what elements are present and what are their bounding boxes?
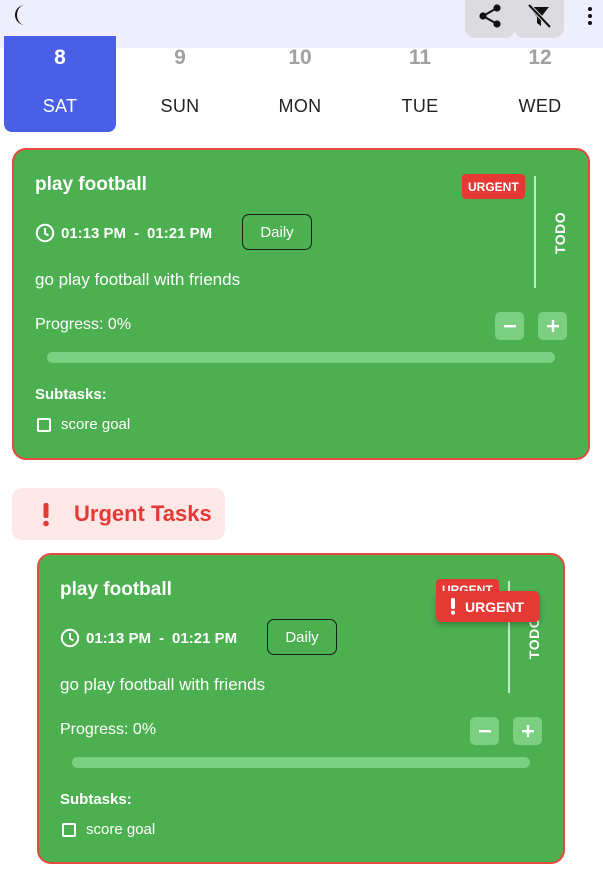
subtasks-title: Subtasks: (35, 386, 107, 403)
progress-label: Progress: 0% (60, 721, 157, 738)
task-description: go play football with friends (35, 270, 241, 289)
decrease-progress-button[interactable] (495, 312, 524, 340)
clock-icon (60, 628, 80, 648)
plus-icon (546, 320, 559, 332)
date-number: 9 (174, 46, 186, 69)
date-weekday: SAT (42, 96, 78, 116)
plus-icon (521, 725, 534, 737)
exclamation-icon (451, 598, 455, 615)
filter-button[interactable] (514, 0, 564, 38)
progress-bar (47, 352, 555, 363)
date-item[interactable]: 9 SUN (124, 36, 236, 132)
end-time: 01:21 PM (147, 224, 213, 242)
clock-icon (35, 223, 55, 243)
date-number: 8 (54, 46, 66, 69)
urgent-section-header: Urgent Tasks (12, 488, 225, 540)
date-weekday: MON (278, 96, 322, 116)
share-button[interactable] (465, 0, 515, 38)
subtask-checkbox[interactable] (37, 417, 51, 432)
share-icon (479, 4, 501, 28)
decrease-progress-button[interactable] (470, 717, 499, 745)
task-description: go play football with friends (60, 675, 266, 694)
date-weekday: WED (518, 96, 562, 116)
end-time: 01:21 PM (172, 629, 238, 647)
date-strip: 8 SAT 9 SUN 10 MON 11 TUE 12 WED (0, 36, 603, 132)
start-time: 01:13 PM (61, 224, 127, 242)
progress-label: Progress: 0% (35, 316, 132, 333)
subtask-label: score goal (61, 416, 131, 433)
date-number: 12 (528, 46, 552, 69)
minus-icon (478, 730, 491, 733)
subtask-item[interactable]: score goal (62, 821, 155, 838)
frequency-chip[interactable]: Daily (267, 619, 337, 655)
vertical-divider (534, 176, 536, 288)
date-item[interactable]: 10 MON (244, 36, 356, 132)
filter-off-icon (527, 3, 552, 29)
minus-icon (503, 325, 516, 328)
date-item[interactable]: 11 TUE (364, 36, 476, 132)
increase-progress-button[interactable] (538, 312, 567, 340)
increase-progress-button[interactable] (513, 717, 542, 745)
task-title: play football (35, 174, 147, 195)
urgent-tag-label: URGENT (465, 598, 525, 615)
frequency-chip[interactable]: Daily (242, 214, 312, 250)
status-text: TODO (552, 211, 569, 255)
more-vert-icon[interactable] (582, 2, 598, 30)
task-time: 01:13 PM - 01:21 PM (35, 222, 212, 244)
urgent-section-label: Urgent Tasks (74, 501, 212, 526)
date-item[interactable]: 12 WED (484, 36, 596, 132)
urgent-tag: URGENT (436, 591, 540, 622)
date-item[interactable]: 8 SAT (4, 36, 116, 132)
status-label[interactable]: TODO (545, 208, 575, 258)
priority-badge: URGENT (462, 174, 525, 199)
exclamation-icon (43, 503, 49, 527)
date-weekday: SUN (160, 96, 200, 116)
moon-icon[interactable] (8, 2, 34, 28)
time-separator: - (134, 224, 140, 242)
date-number: 10 (288, 46, 312, 69)
task-title: play football (60, 579, 172, 600)
status-text: TODO (526, 616, 543, 660)
subtask-label: score goal (86, 821, 156, 838)
subtask-item[interactable]: score goal (37, 416, 130, 433)
date-weekday: TUE (401, 96, 439, 116)
subtask-checkbox[interactable] (62, 822, 76, 837)
time-separator: - (159, 629, 165, 647)
task-card[interactable]: play football 01:13 PM - 01:21 PM Daily … (12, 148, 590, 460)
date-number: 11 (408, 46, 432, 69)
task-time: 01:13 PM - 01:21 PM (60, 627, 237, 649)
start-time: 01:13 PM (86, 629, 152, 647)
subtasks-title: Subtasks: (60, 791, 132, 808)
progress-bar (72, 757, 530, 768)
